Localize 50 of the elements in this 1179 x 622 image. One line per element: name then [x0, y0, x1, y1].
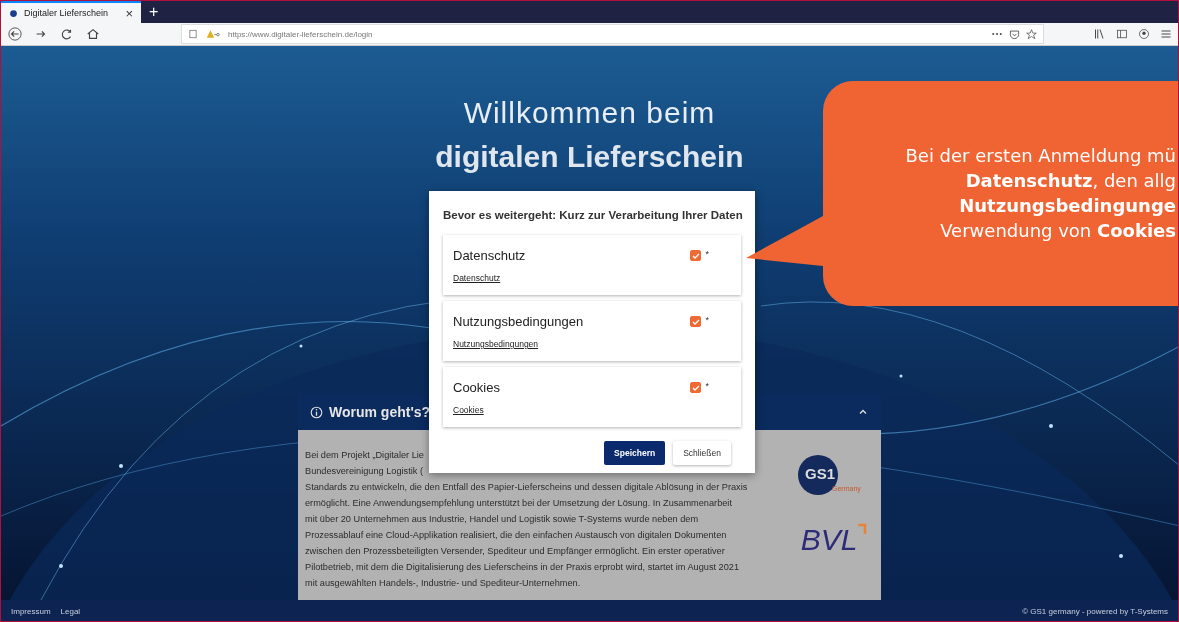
sidebar-icon[interactable]	[1116, 28, 1128, 40]
browser-tab[interactable]: Digitaler Lieferschein ×	[1, 1, 141, 23]
welcome-subheading: digitalen Lieferschein	[435, 139, 744, 175]
callout-text: Bei der ersten Anmeldung mü	[905, 144, 1176, 168]
dialog-title: Bevor es weitergeht: Kurz zur Verarbeitung Ihrer Daten	[443, 209, 741, 221]
consent-title: Cookies	[453, 380, 501, 395]
consent-link[interactable]: Nutzungsbedingungen	[453, 339, 539, 349]
description-text: mit ausgewählten Handels-, Industrie- und Spediteur-Unternehmen.	[305, 577, 581, 590]
reload-icon[interactable]	[60, 27, 74, 41]
home-icon[interactable]	[86, 27, 100, 41]
consent-link[interactable]: Datenschutz	[453, 273, 501, 283]
footer-credit: © GS1 germany - powered by T-Systems	[1022, 606, 1168, 616]
description-text: mit über 20 Unternehmen aus Industrie, Handel und Logistik sowie T-Systems wurde neben dem	[305, 513, 699, 526]
lock-warning-icon	[204, 29, 222, 39]
consent-checkbox[interactable]	[690, 250, 702, 261]
footer-link[interactable]: Impressum	[11, 606, 51, 616]
consent-checkbox[interactable]	[690, 316, 702, 327]
page-icon	[188, 29, 198, 39]
required-mark: *	[705, 314, 709, 325]
consent-title: Datenschutz	[453, 248, 527, 263]
account-icon[interactable]	[1138, 28, 1150, 40]
callout-text: Datenschutz, den allg	[965, 169, 1176, 193]
description-text: Bundesvereinigung Logistik (	[305, 465, 423, 478]
welcome-heading: Willkommen beim	[462, 95, 717, 131]
callout-text: Verwendung von Cookies	[940, 219, 1176, 243]
new-tab-button[interactable]: +	[141, 1, 167, 23]
globe-icon	[9, 8, 18, 18]
description-text: Prozessablauf eine Cloud-Applikation realisiert, die den einfachen Austausch von digitalen Dokumenten	[305, 529, 727, 542]
description-text: ermöglicht. Eine Anwendungsempfehlung unterstützt bei der Umsetzung der Lösung. In Zusammenarbeit	[305, 497, 732, 510]
callout-text: Nutzungsbedingunge	[959, 194, 1176, 218]
consent-link[interactable]: Cookies	[453, 405, 484, 415]
footer-link[interactable]: Legal	[60, 606, 81, 616]
library-icon[interactable]	[1094, 28, 1106, 40]
description-text: Standards zu entwickeln, die den Entfall des Papier-Lieferscheins und dessen digitale Ablösung in der Praxis	[305, 481, 748, 494]
consent-title: Nutzungsbedingungen	[453, 314, 585, 329]
info-icon	[310, 405, 323, 419]
pocket-icon[interactable]	[1009, 28, 1020, 40]
required-mark: *	[705, 248, 709, 259]
description-text: Pilotbetrieb, mit dem die Digitalisierung des Lieferscheins in der Praxis erprobt wird, startet im August 2021	[305, 561, 740, 574]
address-bar[interactable]: https://www.digitaler-lieferschein.de/login	[181, 24, 1044, 44]
consent-checkbox[interactable]	[690, 382, 702, 393]
required-mark: *	[705, 380, 709, 391]
save-button[interactable]: Speichern	[604, 441, 666, 465]
bvl-logo: BVL	[800, 523, 868, 557]
back-icon[interactable]	[8, 27, 22, 41]
info-panel-title: Worum geht's?	[329, 404, 431, 420]
description-text: Bei dem Projekt „Digitaler Lie	[305, 449, 424, 462]
close-button[interactable]: Schließen	[673, 441, 731, 465]
description-text: zwischen den Prozessbeteiligten Versender, Spediteur und Empfänger ermöglicht. Ein erster operativer	[305, 545, 725, 558]
star-icon[interactable]	[1026, 28, 1037, 40]
